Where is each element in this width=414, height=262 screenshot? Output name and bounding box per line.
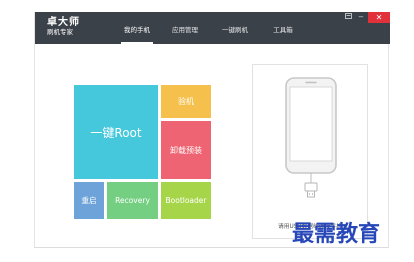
tab-app-management[interactable]: 应用管理 xyxy=(165,12,205,44)
tab-toolbox[interactable]: 工具箱 xyxy=(263,12,303,44)
app-subtitle: 刷机专家 xyxy=(47,28,73,36)
screenshot-canvas: 卓大师 刷机专家 我的手机 应用管理 一键刷机 工具箱 − ✕ 一键Root 验… xyxy=(0,0,414,262)
reboot-tile[interactable]: 重启 xyxy=(74,182,104,219)
check-phone-tile[interactable]: 验机 xyxy=(161,85,211,118)
phone-screen xyxy=(289,86,333,162)
tab-my-phone[interactable]: 我的手机 xyxy=(117,12,157,44)
usb-plug-icon xyxy=(304,182,318,198)
watermark-graphic: 最需教育 xyxy=(292,221,380,247)
app-window: 卓大师 刷机专家 我的手机 应用管理 一键刷机 工具箱 − ✕ 一键Root 验… xyxy=(34,12,390,248)
bootloader-tile[interactable]: Bootloader xyxy=(161,182,211,219)
close-button[interactable]: ✕ xyxy=(368,12,390,23)
watermark: 最需教育 xyxy=(292,216,412,250)
minimize-button[interactable]: − xyxy=(355,12,367,23)
recovery-tile[interactable]: Recovery xyxy=(107,182,158,219)
app-name: 卓大师 xyxy=(47,17,80,28)
phone-illustration xyxy=(285,77,337,198)
uninstall-preinstalled-tile[interactable]: 卸载预装 xyxy=(161,121,211,179)
menu-icon[interactable] xyxy=(342,12,354,23)
title-bar: 卓大师 刷机专家 我的手机 应用管理 一键刷机 工具箱 − ✕ xyxy=(35,12,390,44)
menu-icon-glyph xyxy=(344,13,352,19)
app-logo: 卓大师 刷机专家 xyxy=(47,17,80,37)
watermark-text: 最需教育 xyxy=(292,221,380,247)
tab-one-click-flash[interactable]: 一键刷机 xyxy=(215,12,255,44)
device-connect-panel: 请用USB数据线连接手机 xyxy=(252,64,368,239)
one-click-root-tile[interactable]: 一键Root xyxy=(74,85,158,179)
